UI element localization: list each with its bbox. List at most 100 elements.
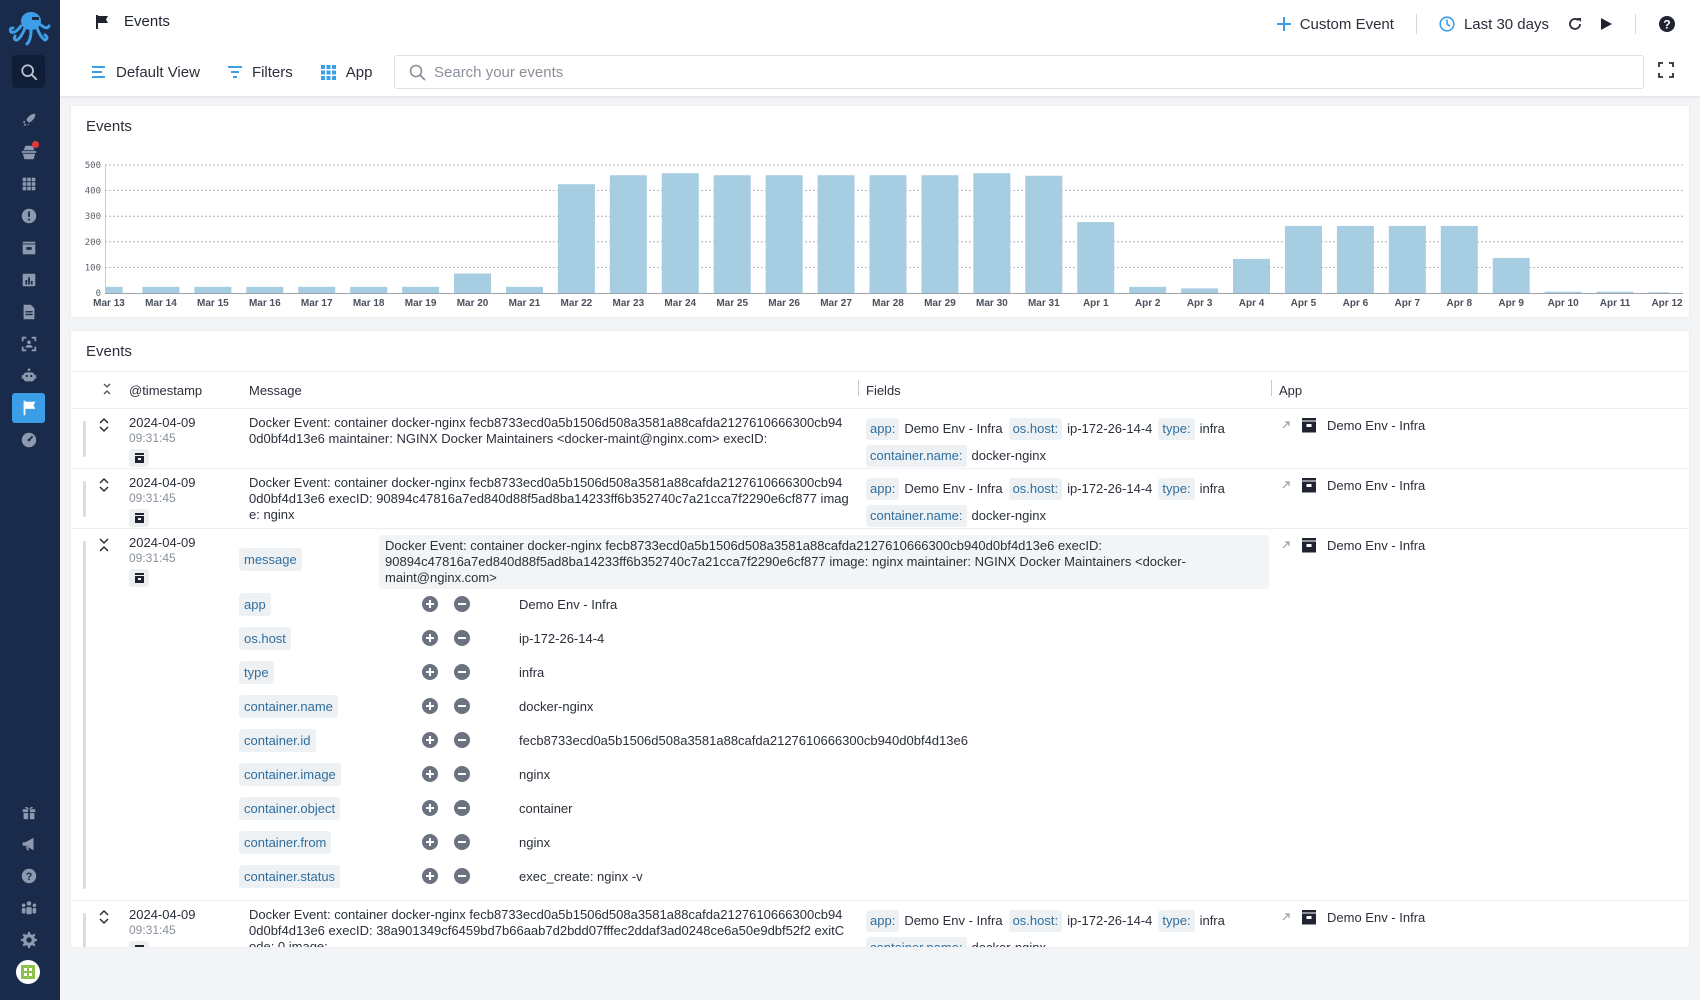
time-range-picker[interactable]: Last 30 days xyxy=(1439,16,1549,33)
column-header-fields[interactable]: Fields xyxy=(866,383,901,398)
exclude-filter-button[interactable] xyxy=(454,664,470,680)
app-name[interactable]: Demo Env - Infra xyxy=(1327,538,1425,553)
include-filter-button[interactable] xyxy=(422,698,438,714)
exclude-filter-button[interactable] xyxy=(454,630,470,646)
collapse-all-icon[interactable] xyxy=(102,382,112,396)
include-filter-button[interactable] xyxy=(422,834,438,850)
external-link-icon[interactable] xyxy=(1281,420,1291,430)
field-key[interactable]: app xyxy=(239,592,271,616)
exclude-filter-button[interactable] xyxy=(454,732,470,748)
sidebar-item-alerts[interactable] xyxy=(12,201,45,231)
sidebar-item-archive[interactable] xyxy=(12,233,45,263)
bar[interactable] xyxy=(817,175,855,293)
bar[interactable] xyxy=(1648,292,1670,293)
sidebar-item-scan[interactable] xyxy=(12,329,45,359)
expand-row-icon[interactable] xyxy=(97,909,111,925)
table-row[interactable]: 2024-04-09 09:31:45 Docker Event: contai… xyxy=(71,409,1689,469)
search-input[interactable] xyxy=(434,63,1614,81)
exclude-filter-button[interactable] xyxy=(454,766,470,782)
table-row[interactable]: 2024-04-09 09:31:45 Docker Event: contai… xyxy=(71,901,1689,947)
field-key[interactable]: app: xyxy=(866,909,900,932)
include-filter-button[interactable] xyxy=(422,800,438,816)
bar[interactable] xyxy=(298,286,336,293)
bar[interactable] xyxy=(402,286,440,293)
field-key[interactable]: type: xyxy=(1158,417,1195,440)
include-filter-button[interactable] xyxy=(422,732,438,748)
bar[interactable] xyxy=(142,286,180,293)
expand-row-icon[interactable] xyxy=(97,477,111,493)
include-filter-button[interactable] xyxy=(422,664,438,680)
field-key[interactable]: container.name: xyxy=(866,504,967,527)
bar[interactable] xyxy=(1181,288,1219,293)
bar[interactable] xyxy=(661,173,699,293)
exclude-filter-button[interactable] xyxy=(454,596,470,612)
exclude-filter-button[interactable] xyxy=(454,834,470,850)
sidebar-item-rocket[interactable] xyxy=(12,105,45,135)
bar[interactable] xyxy=(1284,225,1322,293)
filters-button[interactable]: Filters xyxy=(227,64,293,81)
bar[interactable] xyxy=(557,184,595,293)
user-avatar[interactable] xyxy=(16,960,40,984)
sidebar-item-dashboard[interactable] xyxy=(12,425,45,455)
sidebar-search-button[interactable] xyxy=(12,55,45,88)
bar[interactable] xyxy=(609,175,647,293)
field-key[interactable]: container.object xyxy=(239,796,341,820)
bar[interactable] xyxy=(505,286,543,293)
include-filter-button[interactable] xyxy=(422,596,438,612)
bar[interactable] xyxy=(1596,291,1634,293)
custom-event-button[interactable]: Custom Event xyxy=(1276,16,1394,33)
field-key[interactable]: type: xyxy=(1158,477,1195,500)
sidebar-item-whats-new[interactable] xyxy=(12,797,45,827)
bar[interactable] xyxy=(869,175,907,293)
bar[interactable] xyxy=(1544,291,1582,293)
exclude-filter-button[interactable] xyxy=(454,868,470,884)
help-button[interactable]: ? xyxy=(1658,15,1676,33)
bar[interactable] xyxy=(1440,225,1478,293)
app-name[interactable]: Demo Env - Infra xyxy=(1327,418,1425,433)
default-view-button[interactable]: Default View xyxy=(92,64,200,81)
column-header-message[interactable]: Message xyxy=(249,383,302,398)
field-key[interactable]: os.host xyxy=(239,626,291,650)
external-link-icon[interactable] xyxy=(1281,540,1291,550)
field-key[interactable]: os.host: xyxy=(1008,477,1063,500)
bar[interactable] xyxy=(350,286,388,293)
field-key[interactable]: type: xyxy=(1158,909,1195,932)
field-key[interactable]: app: xyxy=(866,417,900,440)
field-key[interactable]: container.name xyxy=(239,694,338,718)
bar[interactable] xyxy=(454,273,492,293)
field-key[interactable]: os.host: xyxy=(1008,909,1063,932)
field-key[interactable]: container.name: xyxy=(866,936,967,947)
include-filter-button[interactable] xyxy=(422,766,438,782)
table-row[interactable]: 2024-04-09 09:31:45 Docker Event: contai… xyxy=(71,469,1689,529)
bar[interactable] xyxy=(1388,225,1426,293)
sidebar-item-grid[interactable] xyxy=(12,169,45,199)
field-key[interactable]: app: xyxy=(866,477,900,500)
sidebar-item-announcements[interactable] xyxy=(12,829,45,859)
bar[interactable] xyxy=(194,286,232,293)
column-resize-handle[interactable] xyxy=(858,380,859,396)
sidebar-item-spy[interactable] xyxy=(12,137,45,167)
field-key[interactable]: container.image xyxy=(239,762,341,786)
fullscreen-button[interactable] xyxy=(1658,62,1676,80)
field-key[interactable]: os.host: xyxy=(1008,417,1063,440)
sidebar-item-team[interactable] xyxy=(12,893,45,923)
expand-row-icon[interactable] xyxy=(97,417,111,433)
octopus-logo-icon[interactable] xyxy=(7,8,51,46)
table-row-expanded[interactable]: 2024-04-09 09:31:45 message Docker Event… xyxy=(71,529,1689,901)
bar[interactable] xyxy=(1336,225,1374,293)
app-name[interactable]: Demo Env - Infra xyxy=(1327,478,1425,493)
bar[interactable] xyxy=(1233,258,1271,293)
sidebar-item-robot[interactable] xyxy=(12,361,45,391)
field-key[interactable]: message xyxy=(239,547,302,571)
column-header-app[interactable]: App xyxy=(1279,383,1302,398)
include-filter-button[interactable] xyxy=(422,630,438,646)
bar[interactable] xyxy=(921,175,959,293)
bar[interactable] xyxy=(246,286,284,293)
refresh-button[interactable] xyxy=(1567,16,1583,32)
bar[interactable] xyxy=(1077,222,1115,293)
bar[interactable] xyxy=(1492,257,1530,293)
app-name[interactable]: Demo Env - Infra xyxy=(1327,910,1425,925)
bar[interactable] xyxy=(973,173,1011,293)
bar[interactable] xyxy=(765,175,803,293)
field-key[interactable]: container.from xyxy=(239,830,332,854)
